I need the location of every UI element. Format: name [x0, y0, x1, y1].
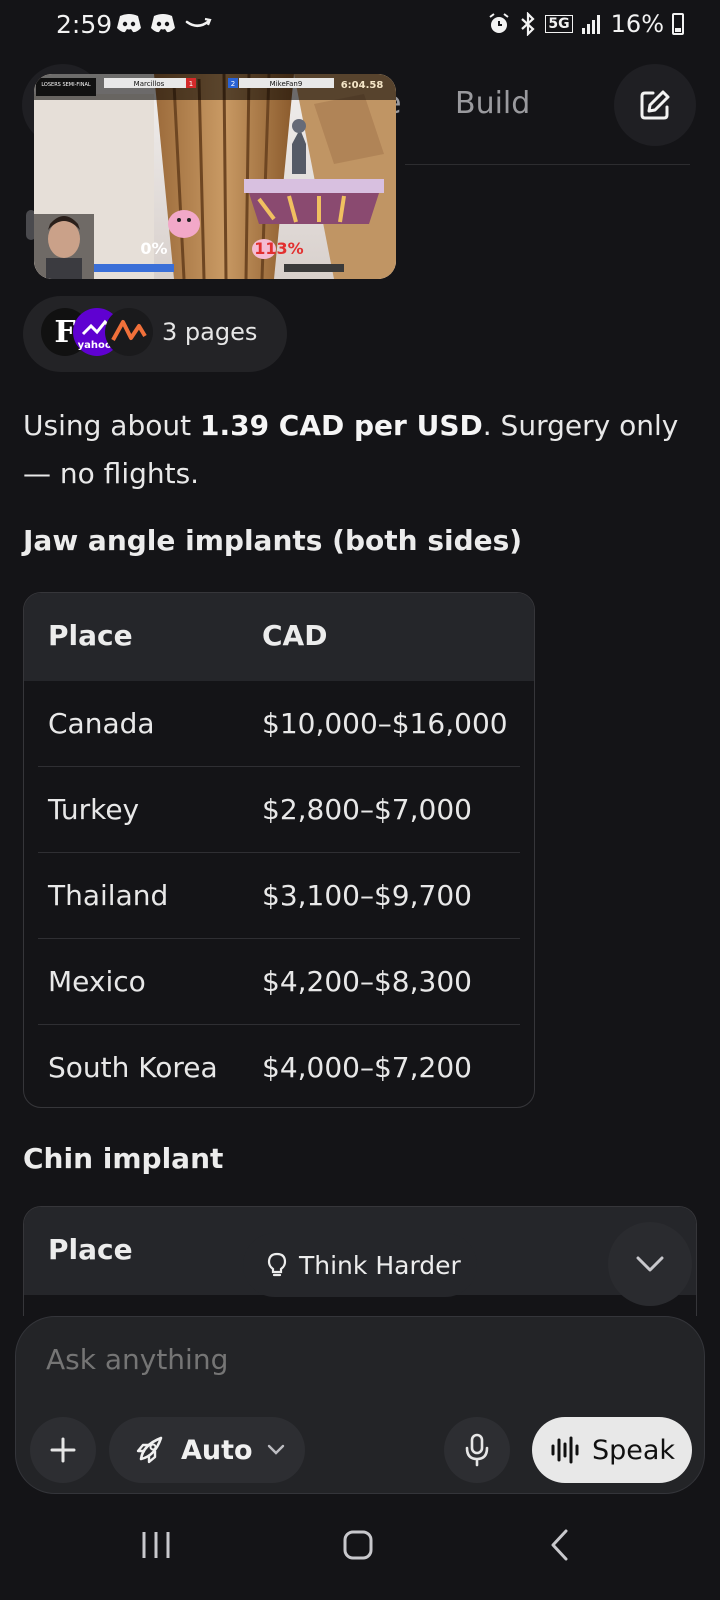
cell-place: Thailand [48, 879, 169, 912]
edit-icon [640, 90, 670, 120]
home-icon[interactable] [342, 1529, 374, 1561]
section-heading-jaw: Jaw angle implants (both sides) [23, 524, 523, 557]
mode-label: Auto [181, 1434, 253, 1466]
discord-icon [117, 14, 141, 33]
status-bar: 2:59 5G 16% [0, 0, 720, 52]
cell-place: South Korea [48, 1051, 218, 1084]
plus-icon [50, 1437, 76, 1463]
microphone-icon [465, 1433, 489, 1467]
section-heading-chin: Chin implant [23, 1142, 224, 1175]
amazon-icon [185, 17, 212, 28]
table-row: Canada $10,000–$16,000 [24, 681, 534, 767]
android-nav-bar [0, 1510, 720, 1600]
tab-build[interactable]: Build [455, 86, 530, 121]
squiggle-logo-icon [111, 320, 147, 341]
cell-place: Turkey [48, 793, 140, 826]
signal-icon [581, 15, 600, 34]
cell-place: Mexico [48, 965, 146, 998]
right-player: MikeFan9 [270, 80, 303, 88]
para-text-1: Using about [23, 409, 200, 442]
rocket-icon [136, 1436, 163, 1464]
status-right: 5G 16% [487, 10, 684, 38]
table-row: South Korea $4,000–$7,200 [24, 1025, 534, 1107]
left-damage: 0% [140, 239, 167, 258]
col-cad: CAD [262, 619, 328, 652]
right-damage: 113% [254, 239, 303, 258]
voice-waveform-icon [551, 1436, 579, 1464]
cell-cad: $4,000–$7,200 [262, 1051, 472, 1084]
left-score: 1 [189, 80, 193, 88]
sources-count: 3 pages [162, 318, 258, 346]
nav-divider [405, 164, 690, 165]
recent-apps-icon[interactable] [140, 1530, 172, 1560]
col-place: Place [48, 619, 133, 652]
message-input[interactable] [46, 1343, 546, 1376]
sources-chip[interactable]: F yahoo! 3 pages [23, 296, 287, 372]
match-timer: 6:04.58 [341, 80, 384, 91]
battery-percent: 16% [610, 10, 664, 38]
gameplay-video: LOSERS SEMI-FINAL Marcillos 1 2 MikeFan9… [34, 74, 396, 279]
speak-button[interactable]: Speak [532, 1417, 692, 1483]
speak-label: Speak [592, 1434, 676, 1466]
table-row: Mexico $4,200–$8,300 [24, 939, 534, 1025]
attach-button[interactable] [30, 1417, 96, 1483]
source-icon [105, 308, 153, 356]
think-harder-button[interactable]: Think Harder [243, 1233, 477, 1297]
cell-place: Canada [48, 707, 155, 740]
composer: Auto Speak [15, 1316, 705, 1494]
bluetooth-icon [521, 12, 536, 36]
chevron-down-icon [267, 1444, 284, 1455]
network-type: 5G [545, 15, 573, 33]
exchange-rate-note: Using about 1.39 CAD per USD. Surgery on… [23, 402, 683, 498]
right-score: 2 [231, 80, 235, 88]
table-row: Thailand $3,100–$9,700 [24, 853, 534, 939]
mode-selector[interactable]: Auto [109, 1417, 305, 1483]
scroll-down-button[interactable] [608, 1222, 692, 1306]
left-player: Marcillos [134, 80, 165, 88]
notification-icons [116, 12, 212, 34]
back-icon[interactable] [548, 1528, 572, 1562]
lightbulb-icon [267, 1252, 287, 1277]
new-chat-button[interactable] [614, 64, 696, 146]
cell-cad: $2,800–$7,000 [262, 793, 472, 826]
table-row: Turkey $2,800–$7,000 [24, 767, 534, 853]
table-header: Place CAD [24, 593, 534, 681]
video-pip[interactable]: LOSERS SEMI-FINAL Marcillos 1 2 MikeFan9… [34, 74, 396, 279]
alarm-icon [489, 13, 510, 33]
microphone-button[interactable] [444, 1417, 510, 1483]
discord-icon [151, 14, 175, 33]
para-rate: 1.39 CAD per USD [199, 409, 483, 442]
status-time: 2:59 [56, 10, 113, 39]
think-harder-label: Think Harder [299, 1250, 461, 1280]
battery-icon [672, 13, 684, 35]
bracket-label: LOSERS SEMI-FINAL [41, 82, 91, 88]
cell-cad: $10,000–$16,000 [262, 707, 508, 740]
col-place: Place [48, 1233, 133, 1266]
jaw-price-table: Place CAD Canada $10,000–$16,000 Turkey … [23, 592, 535, 1108]
cell-cad: $3,100–$9,700 [262, 879, 472, 912]
cell-cad: $4,200–$8,300 [262, 965, 472, 998]
chevron-down-icon [636, 1256, 664, 1272]
